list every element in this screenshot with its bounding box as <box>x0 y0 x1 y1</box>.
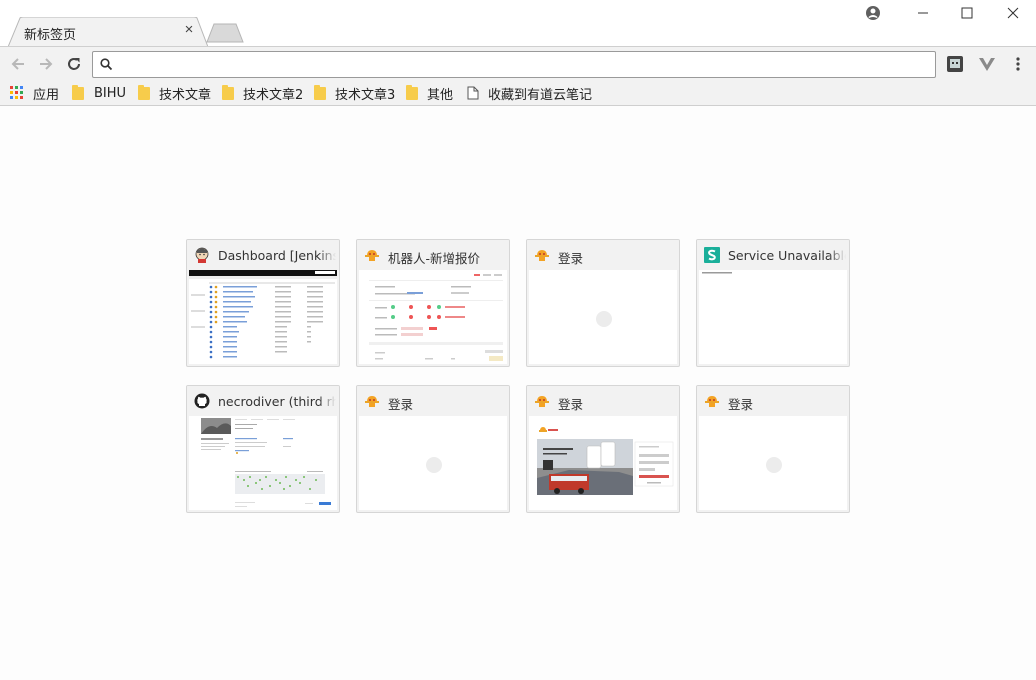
tile-title: 登录 <box>558 397 584 412</box>
tile-thumbnail <box>359 416 507 510</box>
robot-icon <box>535 396 549 407</box>
most-visited-tile[interactable]: 登录 <box>696 385 850 513</box>
bookmarks-bar: 应用 BIHU 技术文章 技术文章2 技术文章3 其他 收藏到有道云笔记 <box>0 80 1036 106</box>
most-visited-tile[interactable]: 登录 <box>526 239 680 367</box>
tile-title: 登录 <box>388 397 414 412</box>
most-visited-tile[interactable]: Service Unavailable <box>696 239 850 367</box>
folder-icon <box>222 84 234 100</box>
bookmark-label: 技术文章 <box>159 87 212 103</box>
tile-thumbnail <box>699 416 847 510</box>
tile-header: 登录 <box>527 240 679 270</box>
most-visited-tile[interactable]: 机器人-新增报价 <box>356 239 510 367</box>
bookmark-label: 技术文章3 <box>335 87 396 103</box>
close-window-icon[interactable] <box>1003 4 1023 22</box>
bookmark-apps[interactable]: 应用 <box>10 84 60 103</box>
bookmark-label: 技术文章2 <box>243 87 304 103</box>
robot-icon <box>535 250 549 261</box>
toolbar <box>0 46 1036 80</box>
quote-form-thumbnail <box>369 274 503 361</box>
tile-header: necrodiver (third rhapsody) <box>187 386 339 416</box>
github-icon <box>194 393 210 409</box>
tile-title: 登录 <box>728 397 754 412</box>
tile-header: Dashboard [Jenkins] <box>187 240 339 270</box>
most-visited-tile[interactable]: 登录 <box>356 385 510 513</box>
page-icon <box>467 86 479 100</box>
bookmark-label: 应用 <box>33 87 60 103</box>
robot-icon <box>365 396 379 407</box>
tile-title: Service Unavailable <box>728 248 846 263</box>
tile-thumbnail <box>189 270 337 364</box>
most-visited-tile[interactable]: Dashboard [Jenkins] <box>186 239 340 367</box>
bookmark-folder-tech-articles-3[interactable]: 技术文章3 <box>314 84 396 103</box>
search-icon <box>100 58 113 71</box>
tile-thumbnail <box>529 270 677 364</box>
folder-icon <box>138 84 150 100</box>
bookmark-folder-tech-articles[interactable]: 技术文章 <box>138 84 212 103</box>
robot-icon <box>365 250 379 261</box>
tile-thumbnail <box>359 270 507 364</box>
loading-dot-icon <box>596 311 612 327</box>
title-bar: 新标签页 × <box>0 0 1036 47</box>
back-arrow-icon[interactable] <box>8 54 28 74</box>
most-visited-tile[interactable]: necrodiver (third rhapsody) <box>186 385 340 513</box>
apps-grid-icon <box>10 86 23 99</box>
login-page-thumbnail <box>529 416 677 510</box>
new-tab-button[interactable] <box>206 23 244 43</box>
folder-icon <box>72 84 84 100</box>
tile-header: 登录 <box>357 386 509 416</box>
bookmark-folder-tech-articles-2[interactable]: 技术文章2 <box>222 84 304 103</box>
bookmark-label: 收藏到有道云笔记 <box>488 87 593 103</box>
tab-new-tab[interactable]: 新标签页 × <box>8 17 208 47</box>
tile-thumbnail <box>189 416 337 510</box>
tile-title: Dashboard [Jenkins] <box>218 248 336 263</box>
jenkins-thumbnail <box>189 270 337 359</box>
folder-icon <box>314 84 326 100</box>
tile-title: 登录 <box>558 251 584 266</box>
bookmark-label: 其他 <box>427 87 454 103</box>
github-profile-thumbnail <box>201 418 331 507</box>
reload-icon[interactable] <box>64 54 84 74</box>
tile-header: 登录 <box>697 386 849 416</box>
s-icon <box>704 247 720 263</box>
close-tab-icon[interactable]: × <box>182 22 196 37</box>
tile-header: 登录 <box>527 386 679 416</box>
loading-dot-icon <box>766 457 782 473</box>
bookmark-folder-bihu[interactable]: BIHU <box>72 84 126 102</box>
bookmark-label: BIHU <box>94 85 127 101</box>
service-unavailable-thumbnail <box>702 272 732 274</box>
tile-header: Service Unavailable <box>697 240 849 270</box>
most-visited-tile[interactable]: 登录 <box>526 385 680 513</box>
jenkins-icon <box>195 247 209 263</box>
forward-arrow-icon[interactable] <box>36 54 56 74</box>
tile-header: 机器人-新增报价 <box>357 240 509 270</box>
profile-icon[interactable] <box>863 4 883 22</box>
tile-thumbnail <box>529 416 677 510</box>
robot-icon <box>705 396 719 407</box>
bookmark-save-to-youdao[interactable]: 收藏到有道云笔记 <box>467 84 593 103</box>
tile-title: 机器人-新增报价 <box>388 251 481 266</box>
tile-title: necrodiver (third rhapsody) <box>218 394 336 409</box>
extension-robot-icon[interactable] <box>945 54 965 74</box>
tab-title: 新标签页 <box>24 28 77 43</box>
maximize-icon[interactable] <box>957 4 977 22</box>
minimize-icon[interactable] <box>913 4 933 22</box>
bookmark-folder-other[interactable]: 其他 <box>406 84 454 103</box>
folder-icon <box>406 84 418 100</box>
extension-vue-icon[interactable] <box>977 54 997 74</box>
loading-dot-icon <box>426 457 442 473</box>
address-bar[interactable] <box>92 51 936 78</box>
menu-dots-icon[interactable] <box>1008 54 1028 74</box>
tile-thumbnail <box>699 270 847 364</box>
address-input[interactable] <box>119 55 929 74</box>
